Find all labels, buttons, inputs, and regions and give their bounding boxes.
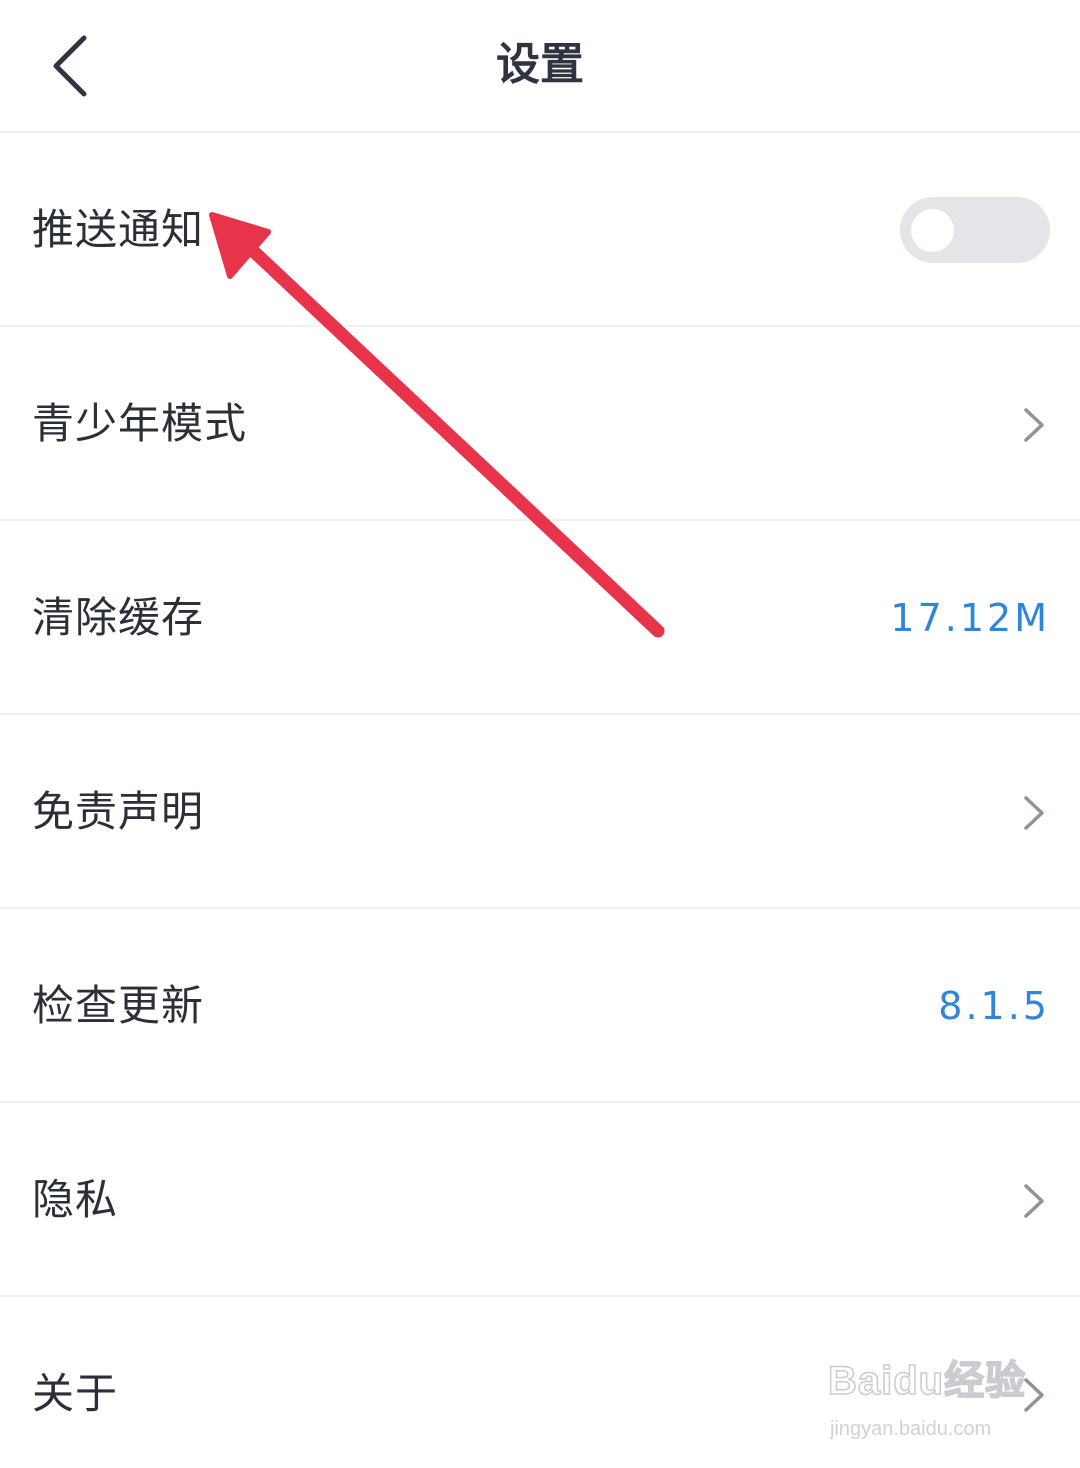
teen-mode-label: 青少年模式	[32, 399, 248, 448]
chevron-right-icon	[1024, 408, 1044, 442]
privacy-label: 隐私	[32, 1175, 119, 1224]
disclaimer-label: 免责声明	[32, 787, 205, 836]
check-update-label: 检查更新	[32, 981, 205, 1030]
settings-row-privacy[interactable]: 隐私	[0, 1103, 1080, 1297]
settings-row-clear-cache[interactable]: 清除缓存 17.12M	[0, 521, 1080, 715]
toggle-knob	[911, 209, 954, 252]
settings-row-disclaimer[interactable]: 免责声明	[0, 715, 1080, 909]
push-notification-label: 推送通知	[32, 205, 205, 254]
cache-size-value: 17.12M	[890, 596, 1050, 640]
chevron-right-icon	[1024, 1378, 1044, 1412]
about-label: 关于	[32, 1369, 119, 1418]
page-title: 设置	[496, 39, 584, 90]
navigation-bar: 设置	[0, 0, 1080, 133]
clear-cache-label: 清除缓存	[32, 593, 205, 642]
settings-row-teen-mode[interactable]: 青少年模式	[0, 327, 1080, 521]
chevron-right-icon	[1024, 796, 1044, 830]
settings-page: 设置 推送通知 青少年模式 清除缓存 17.12M 免责声明 检查更新 8.1.…	[0, 0, 1080, 1468]
settings-list: 推送通知 青少年模式 清除缓存 17.12M 免责声明 检查更新 8.1.5 隐…	[0, 133, 1080, 1468]
push-notification-toggle[interactable]	[900, 197, 1050, 263]
settings-row-check-update[interactable]: 检查更新 8.1.5	[0, 909, 1080, 1103]
version-value: 8.1.5	[938, 984, 1050, 1028]
settings-row-about[interactable]: 关于	[0, 1297, 1080, 1468]
settings-row-push-notification: 推送通知	[0, 133, 1080, 327]
chevron-right-icon	[1024, 1184, 1044, 1218]
